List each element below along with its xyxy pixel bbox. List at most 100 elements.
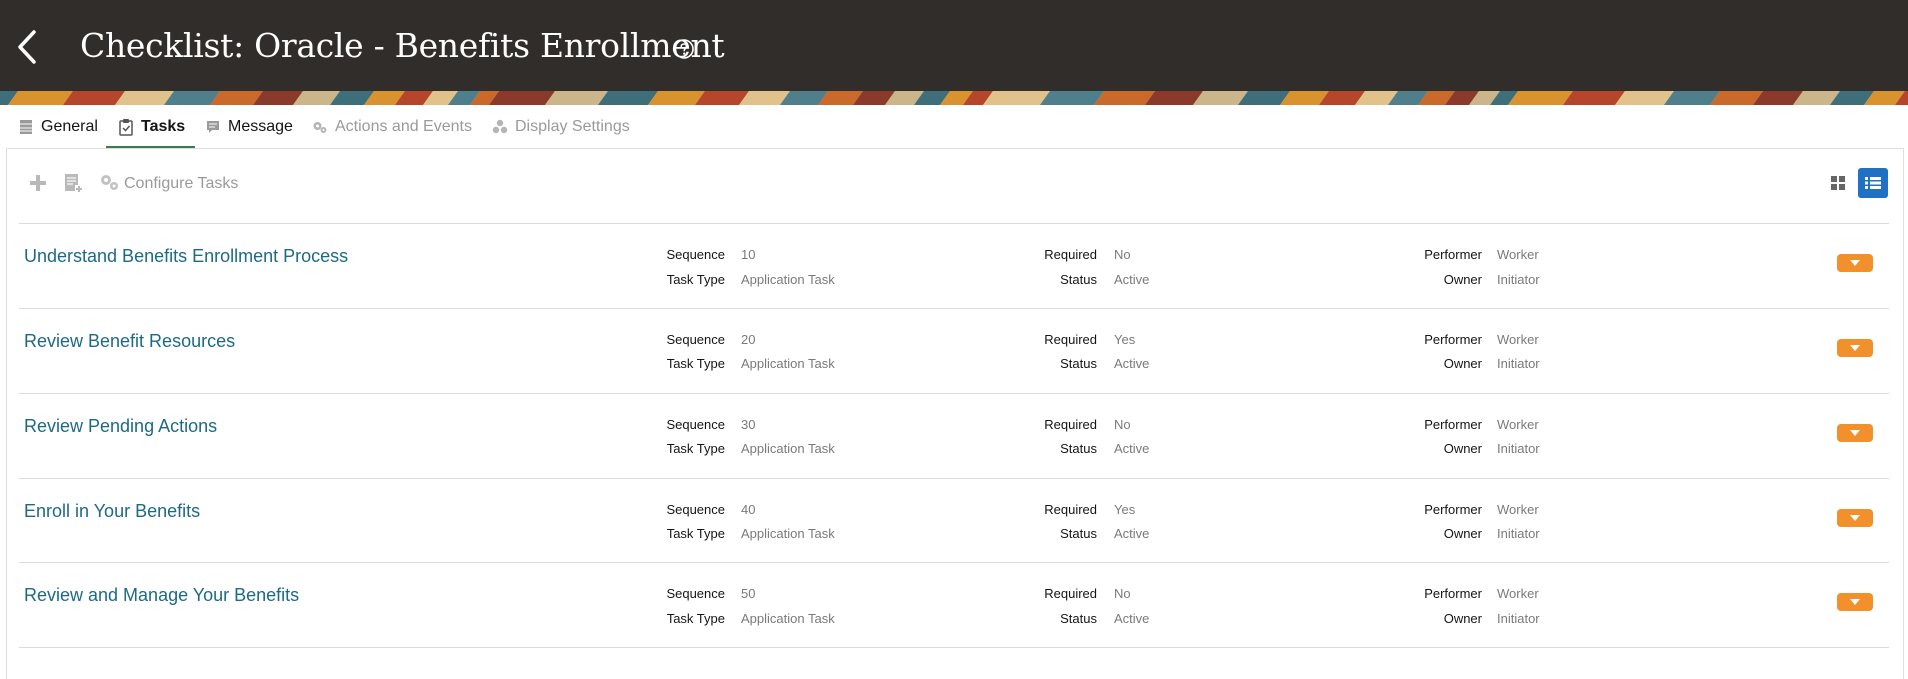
performer-value: Worker (1497, 247, 1539, 262)
status-label: Status (1060, 611, 1097, 626)
task-row: Understand Benefits Enrollment Process S… (19, 224, 1889, 308)
task-row: Review and Manage Your Benefits Sequence… (19, 563, 1889, 647)
tab-general[interactable]: General (18, 118, 98, 149)
status-value: Active (1114, 441, 1150, 456)
status-value: Active (1114, 611, 1150, 626)
status-label: Status (1060, 526, 1097, 541)
clipboard-check-icon (119, 119, 133, 136)
sequence-value: 10 (741, 247, 756, 262)
task-row: Review Pending Actions Sequence 30 Task … (19, 394, 1889, 478)
performer-value: Worker (1497, 332, 1539, 347)
owner-label: Owner (1443, 272, 1482, 287)
required-value: No (1114, 417, 1131, 432)
sequence-value: 40 (741, 502, 756, 517)
add-document-icon (65, 174, 83, 193)
gears-icon (313, 122, 327, 133)
owner-value: Initiator (1497, 526, 1540, 541)
sequence-label: Sequence (666, 502, 725, 517)
caret-down-icon (1850, 430, 1860, 436)
page-title: Checklist: Oracle - Benefits Enrollment (80, 26, 725, 65)
task-type-value: Application Task (741, 611, 835, 626)
owner-value: Initiator (1497, 356, 1540, 371)
decorative-banner (0, 91, 1908, 105)
task-type-label: Task Type (666, 356, 725, 371)
status-value: Active (1114, 356, 1150, 371)
tab-label: Display Settings (515, 118, 630, 135)
list-view-icon (1865, 177, 1881, 189)
configure-tasks-label[interactable]: Configure Tasks (124, 175, 238, 193)
row-actions-button[interactable] (1837, 509, 1873, 527)
row-actions-button[interactable] (1837, 424, 1873, 442)
task-type-label: Task Type (666, 526, 725, 541)
tab-label: General (41, 118, 98, 135)
task-type-value: Application Task (741, 441, 835, 456)
table-icon (20, 120, 32, 134)
status-value: Active (1114, 272, 1150, 287)
owner-label: Owner (1443, 441, 1482, 456)
message-icon (207, 121, 219, 133)
caret-down-icon (1850, 260, 1860, 266)
caret-down-icon (1850, 515, 1860, 521)
performer-label: Performer (1424, 332, 1482, 347)
performer-label: Performer (1424, 247, 1482, 262)
task-name-link[interactable]: Review Benefit Resources (24, 331, 235, 352)
list-view-button[interactable] (1858, 168, 1888, 198)
owner-label: Owner (1443, 611, 1482, 626)
performer-value: Worker (1497, 417, 1539, 432)
add-task-button[interactable] (26, 172, 50, 194)
tab-label: Message (228, 118, 293, 135)
task-row: Enroll in Your Benefits Sequence 40 Task… (19, 479, 1889, 563)
status-value: Active (1114, 526, 1150, 541)
plus-icon (30, 175, 46, 191)
tab-message[interactable]: Message (205, 118, 293, 149)
caret-down-icon (1850, 599, 1860, 605)
sequence-label: Sequence (666, 586, 725, 601)
sequence-value: 30 (741, 417, 756, 432)
task-type-label: Task Type (666, 441, 725, 456)
add-from-library-button[interactable] (61, 172, 85, 194)
task-row: Review Benefit Resources Sequence 20 Tas… (19, 309, 1889, 393)
task-name-link[interactable]: Understand Benefits Enrollment Process (24, 246, 348, 267)
help-circle-icon[interactable] (673, 38, 695, 60)
owner-value: Initiator (1497, 441, 1540, 456)
required-label: Required (1044, 502, 1097, 517)
performer-value: Worker (1497, 586, 1539, 601)
status-label: Status (1060, 272, 1097, 287)
owner-label: Owner (1443, 526, 1482, 541)
caret-down-icon (1850, 345, 1860, 351)
shapes-icon (492, 119, 508, 134)
back-button[interactable] (12, 26, 44, 68)
sequence-label: Sequence (666, 247, 725, 262)
configure-tasks-button[interactable] (99, 172, 121, 194)
row-actions-button[interactable] (1837, 339, 1873, 357)
tab-actions-and-events[interactable]: Actions and Events (312, 118, 472, 149)
performer-label: Performer (1424, 502, 1482, 517)
task-name-link[interactable]: Review Pending Actions (24, 416, 217, 437)
sequence-value: 20 (741, 332, 756, 347)
sequence-label: Sequence (666, 417, 725, 432)
status-label: Status (1060, 356, 1097, 371)
tab-bar: General Tasks Message Actions and Events (0, 105, 1908, 149)
owner-value: Initiator (1497, 272, 1540, 287)
row-actions-button[interactable] (1837, 593, 1873, 611)
task-name-link[interactable]: Review and Manage Your Benefits (24, 585, 299, 606)
owner-value: Initiator (1497, 611, 1540, 626)
page-header: Checklist: Oracle - Benefits Enrollment (0, 0, 1908, 91)
row-actions-button[interactable] (1837, 254, 1873, 272)
tab-display-settings[interactable]: Display Settings (492, 118, 630, 149)
performer-label: Performer (1424, 586, 1482, 601)
chevron-left-icon (18, 30, 36, 64)
required-value: No (1114, 586, 1131, 601)
required-label: Required (1044, 247, 1097, 262)
grid-view-button[interactable] (1823, 168, 1853, 198)
tab-tasks[interactable]: Tasks (105, 118, 196, 149)
status-label: Status (1060, 441, 1097, 456)
performer-label: Performer (1424, 417, 1482, 432)
task-type-value: Application Task (741, 526, 835, 541)
task-name-link[interactable]: Enroll in Your Benefits (24, 501, 200, 522)
required-label: Required (1044, 417, 1097, 432)
gears-icon (101, 175, 118, 190)
tab-label: Tasks (141, 118, 186, 135)
required-value: No (1114, 247, 1131, 262)
row-divider (19, 647, 1889, 648)
